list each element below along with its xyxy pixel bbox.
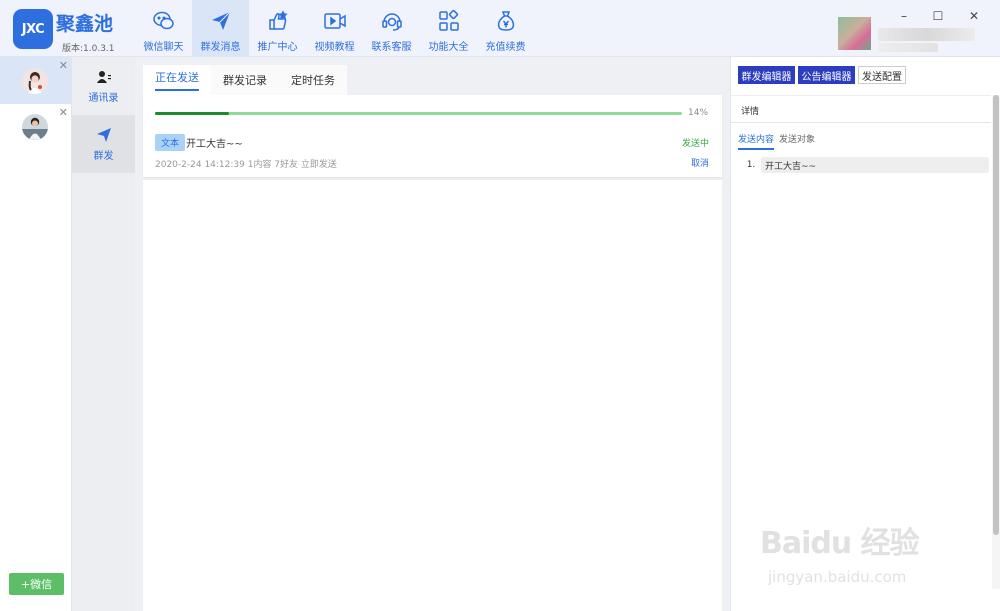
apps-icon (438, 9, 459, 31)
contacts-icon (96, 70, 111, 83)
maximize-button[interactable]: ☐ (930, 8, 946, 24)
nav-item-all-features[interactable]: 功能大全 (420, 0, 477, 57)
close-button[interactable]: ✕ (966, 8, 982, 24)
secondary-sidebar: 通讯录 群发 (72, 57, 135, 611)
close-account-icon[interactable]: ✕ (59, 106, 68, 119)
detail-scrollbar[interactable] (992, 95, 1000, 589)
tab-history[interactable]: 群发记录 (211, 65, 279, 95)
promotion-icon (268, 10, 288, 30)
status-label: 发送中 (681, 139, 709, 149)
nav-label: 充值续费 (485, 42, 526, 53)
task-meta: 2020-2-24 14:12:39 1内容 7好友 立即发送 (155, 160, 337, 170)
app-logo: JXC (13, 9, 53, 49)
account-item[interactable]: ✕ (0, 57, 71, 104)
user-id-redacted (878, 43, 938, 52)
avatar (22, 114, 48, 140)
tab-sending[interactable]: 正在发送 (143, 65, 211, 95)
progress-fill (155, 112, 229, 115)
subnav-item-mass-send[interactable]: 群发 (72, 115, 135, 173)
nav-label: 群发消息 (200, 42, 241, 53)
progress-bar (155, 112, 682, 115)
watermark-url: jingyan.baidu.com (768, 568, 907, 586)
detail-title: 详情 (741, 107, 760, 117)
task-tabs: 正在发送 群发记录 定时任务 (143, 65, 347, 95)
app-version: 版本:1.0.3.1 (62, 44, 115, 54)
nav-label: 视频教程 (314, 42, 355, 53)
nav-label: 推广中心 (257, 42, 298, 53)
main-nav: 微信聊天 群发消息 推广中心 视频教程 联系客服 功能大全 充值续费 (135, 0, 534, 57)
video-icon (323, 13, 346, 29)
user-name-redacted (878, 28, 975, 41)
mass-editor-button[interactable]: 群发编辑器 (738, 66, 795, 84)
nav-item-recharge[interactable]: 充值续费 (477, 0, 534, 57)
watermark-logo: Baidu 经验 (760, 526, 920, 561)
chat-icon (152, 11, 174, 30)
nav-label: 功能大全 (428, 42, 469, 53)
progress-percent: 14% (688, 108, 709, 118)
baidu-watermark: Baidu 经验 jingyan.baidu.com (760, 518, 980, 592)
account-list: ✕ ✕ +微信 (0, 57, 72, 611)
message-type-badge: 文本 (155, 134, 186, 151)
detail-header: 详情 (731, 95, 991, 123)
message-preview: 开工大吉~~ (186, 139, 243, 150)
subnav-label: 通讯录 (88, 92, 119, 104)
add-wechat-button[interactable]: +微信 (9, 573, 64, 595)
send-icon (96, 127, 111, 142)
user-avatar[interactable] (838, 17, 871, 50)
nav-item-promotion[interactable]: 推广中心 (249, 0, 306, 57)
minimize-button[interactable]: – (896, 8, 912, 24)
nav-item-customer-service[interactable]: 联系客服 (363, 0, 420, 57)
notice-editor-button[interactable]: 公告编辑器 (798, 66, 855, 84)
send-icon (211, 11, 230, 30)
list-item-index: 1. (746, 160, 756, 170)
main-panel: 正在发送 群发记录 定时任务 14% 文本 开工大吉~~ 发送中 2020-2-… (135, 57, 730, 611)
list-item[interactable]: 1. 开工大吉~~ (741, 157, 989, 173)
nav-label: 微信聊天 (143, 42, 184, 53)
account-item[interactable]: ✕ (0, 104, 71, 151)
list-item-text: 开工大吉~~ (761, 157, 989, 173)
support-icon (381, 13, 402, 31)
close-account-icon[interactable]: ✕ (59, 59, 68, 72)
avatar (22, 68, 48, 94)
top-header: JXC 聚鑫池 版本:1.0.3.1 微信聊天 群发消息 推广中心 视频教程 联… (0, 0, 1000, 57)
nav-label: 联系客服 (371, 42, 412, 53)
tab-scheduled[interactable]: 定时任务 (279, 65, 347, 95)
money-bag-icon (497, 11, 514, 31)
subnav-label: 群发 (93, 150, 114, 162)
subnav-item-contacts[interactable]: 通讯录 (72, 57, 135, 115)
send-config-button[interactable]: 发送配置 (858, 66, 906, 84)
nav-item-wechat-chat[interactable]: 微信聊天 (135, 0, 192, 57)
nav-item-video-tutorial[interactable]: 视频教程 (306, 0, 363, 57)
scroll-thumb[interactable] (993, 95, 999, 535)
app-name: 聚鑫池 (56, 13, 114, 35)
tab-send-content[interactable]: 发送内容 (738, 132, 775, 150)
tab-send-targets[interactable]: 发送对象 (779, 132, 815, 145)
sending-task-card: 14% 文本 开工大吉~~ 发送中 2020-2-24 14:12:39 1内容… (143, 95, 722, 177)
nav-item-mass-message[interactable]: 群发消息 (192, 0, 249, 57)
cancel-button[interactable]: 取消 (691, 156, 709, 169)
main-content-area (143, 180, 722, 611)
